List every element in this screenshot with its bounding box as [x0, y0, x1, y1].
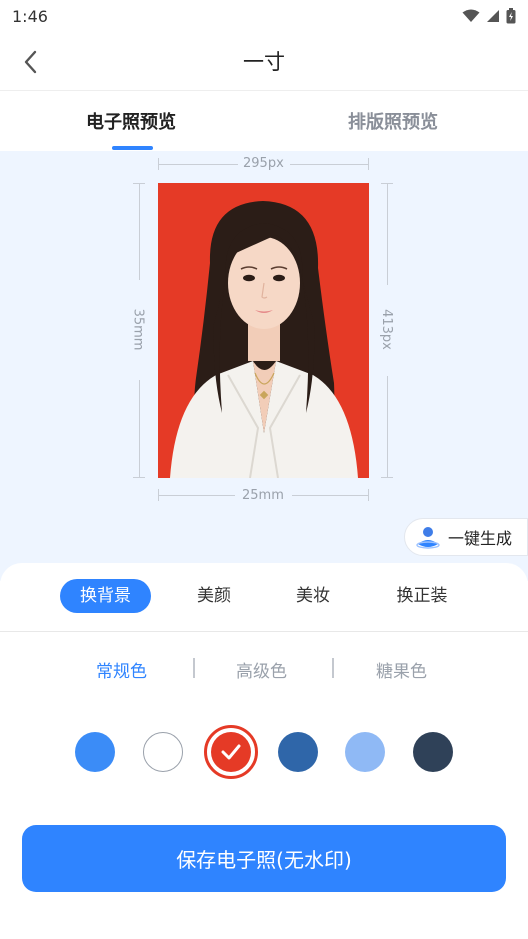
dim-tick	[133, 477, 145, 478]
dim-tick	[158, 489, 159, 501]
portrait-image	[170, 201, 358, 478]
dim-line-bottom-right	[292, 495, 369, 496]
tab-active-indicator	[112, 146, 153, 150]
chevron-left-icon	[24, 50, 37, 74]
dim-tick	[381, 477, 393, 478]
dim-line-left-bottom	[139, 380, 140, 478]
nav-bar: 一寸	[0, 32, 528, 90]
tab-change-background[interactable]: 换背景	[60, 579, 151, 613]
edit-panel: 换背景 美颜 美妆 换正装 常规色 高级色 糖果色 保存电子照(无水印)	[0, 563, 528, 939]
dim-line-right-bottom	[387, 376, 388, 478]
signal-icon	[487, 10, 499, 22]
dim-line-left-top	[139, 183, 140, 280]
color-swatch-dark-blue[interactable]	[278, 732, 318, 772]
color-swatch-blue[interactable]	[75, 732, 115, 772]
color-swatch-red	[211, 732, 251, 772]
photo-height-mm: 35mm	[130, 308, 146, 351]
checkmark-icon	[221, 744, 241, 760]
tab-formal-wear[interactable]: 换正装	[382, 579, 462, 613]
tab-e-photo-preview[interactable]: 电子照预览	[86, 108, 176, 134]
dim-tick	[381, 183, 393, 184]
photo-height-px: 413px	[378, 309, 394, 350]
dim-tick	[368, 489, 369, 501]
one-click-generate-label: 一键生成	[448, 529, 513, 548]
color-category-premium[interactable]: 高级色	[236, 657, 287, 682]
dim-tick	[368, 158, 369, 170]
status-icons	[462, 8, 516, 24]
color-category-regular[interactable]: 常规色	[96, 657, 147, 682]
status-bar: 1:46	[0, 0, 528, 32]
edit-tabs: 换背景 美颜 美妆 换正装	[0, 579, 528, 615]
photo-width-mm: 25mm	[242, 488, 284, 503]
tab-layout-preview[interactable]: 排版照预览	[348, 108, 438, 134]
page-title: 一寸	[243, 50, 285, 74]
one-click-generate-button[interactable]: 一键生成	[404, 518, 528, 556]
dim-line-right-top	[387, 183, 388, 285]
save-e-photo-button[interactable]: 保存电子照(无水印)	[22, 825, 506, 892]
tab-beauty[interactable]: 美颜	[180, 579, 248, 613]
preview-tabs: 电子照预览 排版照预览	[0, 91, 528, 151]
wifi-icon	[462, 9, 480, 22]
id-photo	[158, 183, 369, 478]
tab-makeup[interactable]: 美妆	[279, 579, 347, 613]
color-swatch-light-blue[interactable]	[345, 732, 385, 772]
color-category-candy[interactable]: 糖果色	[376, 657, 427, 682]
separator	[332, 658, 334, 678]
photo-width-px: 295px	[243, 156, 284, 171]
dim-tick	[133, 183, 145, 184]
back-button[interactable]	[14, 46, 46, 78]
divider	[0, 631, 528, 632]
color-swatch-navy[interactable]	[413, 732, 453, 772]
color-swatch-red-selected[interactable]	[204, 725, 258, 779]
battery-icon	[506, 8, 516, 24]
separator	[193, 658, 195, 678]
dim-line-top-left	[158, 164, 238, 165]
status-time: 1:46	[12, 6, 48, 26]
ai-person-icon	[416, 527, 440, 549]
dim-line-bottom-left	[158, 495, 235, 496]
dim-line-top-right	[290, 164, 369, 165]
dim-tick	[158, 158, 159, 170]
color-swatch-white[interactable]	[143, 732, 183, 772]
